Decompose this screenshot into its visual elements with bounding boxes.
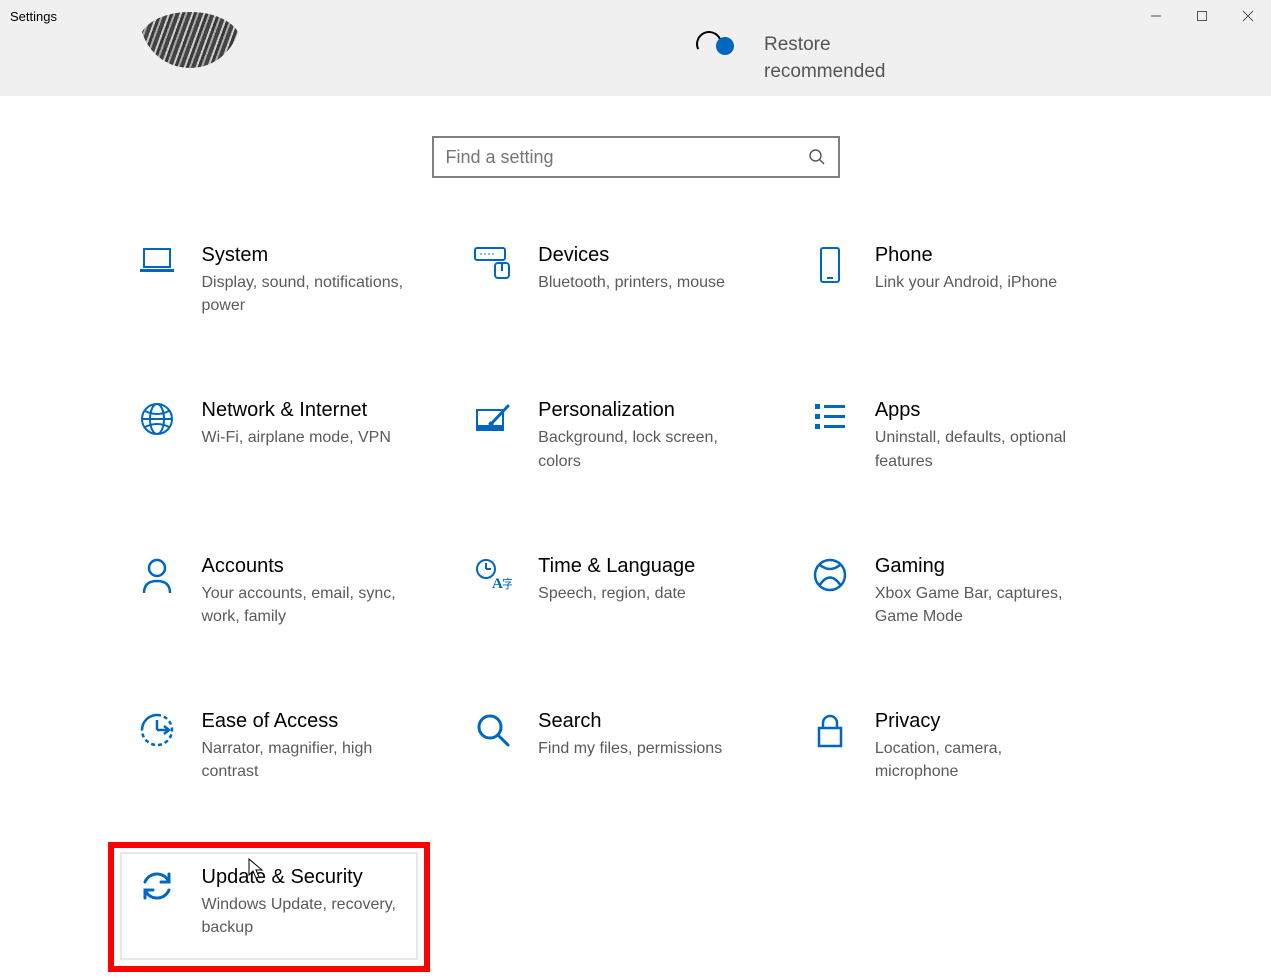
person-icon [136, 555, 178, 628]
avatar[interactable] [140, 12, 240, 68]
category-desc: Display, sound, notifications, power [202, 271, 412, 317]
sync-toggle-icon [700, 35, 734, 55]
category-time-language[interactable]: A 字 Time & Language Speech, region, date [472, 549, 799, 634]
category-desc: Background, lock screen, colors [538, 426, 748, 472]
list-icon [809, 399, 851, 472]
category-gaming[interactable]: Gaming Xbox Game Bar, captures, Game Mod… [809, 549, 1136, 634]
close-button[interactable] [1225, 0, 1271, 32]
laptop-icon [136, 244, 178, 317]
restore-recommended-label: Restore recommended [764, 32, 885, 85]
category-search[interactable]: Search Find my files, permissions [472, 704, 799, 789]
category-network[interactable]: Network & Internet Wi-Fi, airplane mode,… [136, 393, 463, 478]
category-desc: Your accounts, email, sync, work, family [202, 582, 412, 628]
search-input[interactable] [446, 147, 786, 168]
window-title: Settings [10, 9, 57, 24]
categories-grid: System Display, sound, notifications, po… [136, 238, 1136, 945]
category-desc: Find my files, permissions [538, 737, 722, 760]
category-title: Devices [538, 244, 725, 267]
category-devices[interactable]: Devices Bluetooth, printers, mouse [472, 238, 799, 323]
category-accounts[interactable]: Accounts Your accounts, email, sync, wor… [136, 549, 463, 634]
window-controls [1133, 0, 1271, 32]
paintbrush-icon [472, 399, 514, 472]
category-title: System [202, 244, 412, 267]
category-desc: Bluetooth, printers, mouse [538, 271, 725, 294]
category-title: Privacy [875, 710, 1085, 733]
devices-icon [472, 244, 514, 317]
category-title: Network & Internet [202, 399, 391, 422]
header-strip: Restore recommended [0, 32, 1271, 96]
category-desc: Link your Android, iPhone [875, 271, 1057, 294]
magnifier-icon [472, 710, 514, 783]
globe-icon [136, 399, 178, 472]
category-title: Ease of Access [202, 710, 412, 733]
phone-icon [809, 244, 851, 317]
search-wrap [0, 136, 1271, 178]
sync-icon [136, 866, 178, 939]
category-ease-of-access[interactable]: Ease of Access Narrator, magnifier, high… [136, 704, 463, 789]
category-personalization[interactable]: Personalization Background, lock screen,… [472, 393, 799, 478]
minimize-button[interactable] [1133, 0, 1179, 32]
maximize-button[interactable] [1179, 0, 1225, 32]
lock-icon [809, 710, 851, 783]
category-title: Apps [875, 399, 1085, 422]
category-title: Phone [875, 244, 1057, 267]
xbox-icon [809, 555, 851, 628]
category-desc: Narrator, magnifier, high contrast [202, 737, 412, 783]
category-desc: Speech, region, date [538, 582, 695, 605]
search-box[interactable] [432, 136, 840, 178]
category-desc: Windows Update, recovery, backup [202, 893, 412, 939]
category-desc: Location, camera, microphone [875, 737, 1085, 783]
category-system[interactable]: System Display, sound, notifications, po… [136, 238, 463, 323]
restore-recommended-area[interactable]: Restore recommended [700, 32, 885, 85]
category-title: Gaming [875, 555, 1085, 578]
category-privacy[interactable]: Privacy Location, camera, microphone [809, 704, 1136, 789]
category-title: Update & Security [202, 866, 412, 889]
category-title: Accounts [202, 555, 412, 578]
svg-text:字: 字 [502, 576, 512, 591]
time-language-icon: A 字 [472, 555, 514, 628]
category-apps[interactable]: Apps Uninstall, defaults, optional featu… [809, 393, 1136, 478]
content: System Display, sound, notifications, po… [0, 96, 1271, 945]
category-desc: Xbox Game Bar, captures, Game Mode [875, 582, 1085, 628]
category-title: Time & Language [538, 555, 695, 578]
category-title: Search [538, 710, 722, 733]
category-title: Personalization [538, 399, 748, 422]
category-desc: Wi-Fi, airplane mode, VPN [202, 426, 391, 449]
restore-line2: recommended [764, 59, 885, 86]
category-phone[interactable]: Phone Link your Android, iPhone [809, 238, 1136, 323]
ease-of-access-icon [136, 710, 178, 783]
category-desc: Uninstall, defaults, optional features [875, 426, 1085, 472]
restore-line1: Restore [764, 32, 885, 59]
category-update-security[interactable]: Update & Security Windows Update, recove… [136, 860, 463, 945]
search-icon [808, 148, 826, 166]
